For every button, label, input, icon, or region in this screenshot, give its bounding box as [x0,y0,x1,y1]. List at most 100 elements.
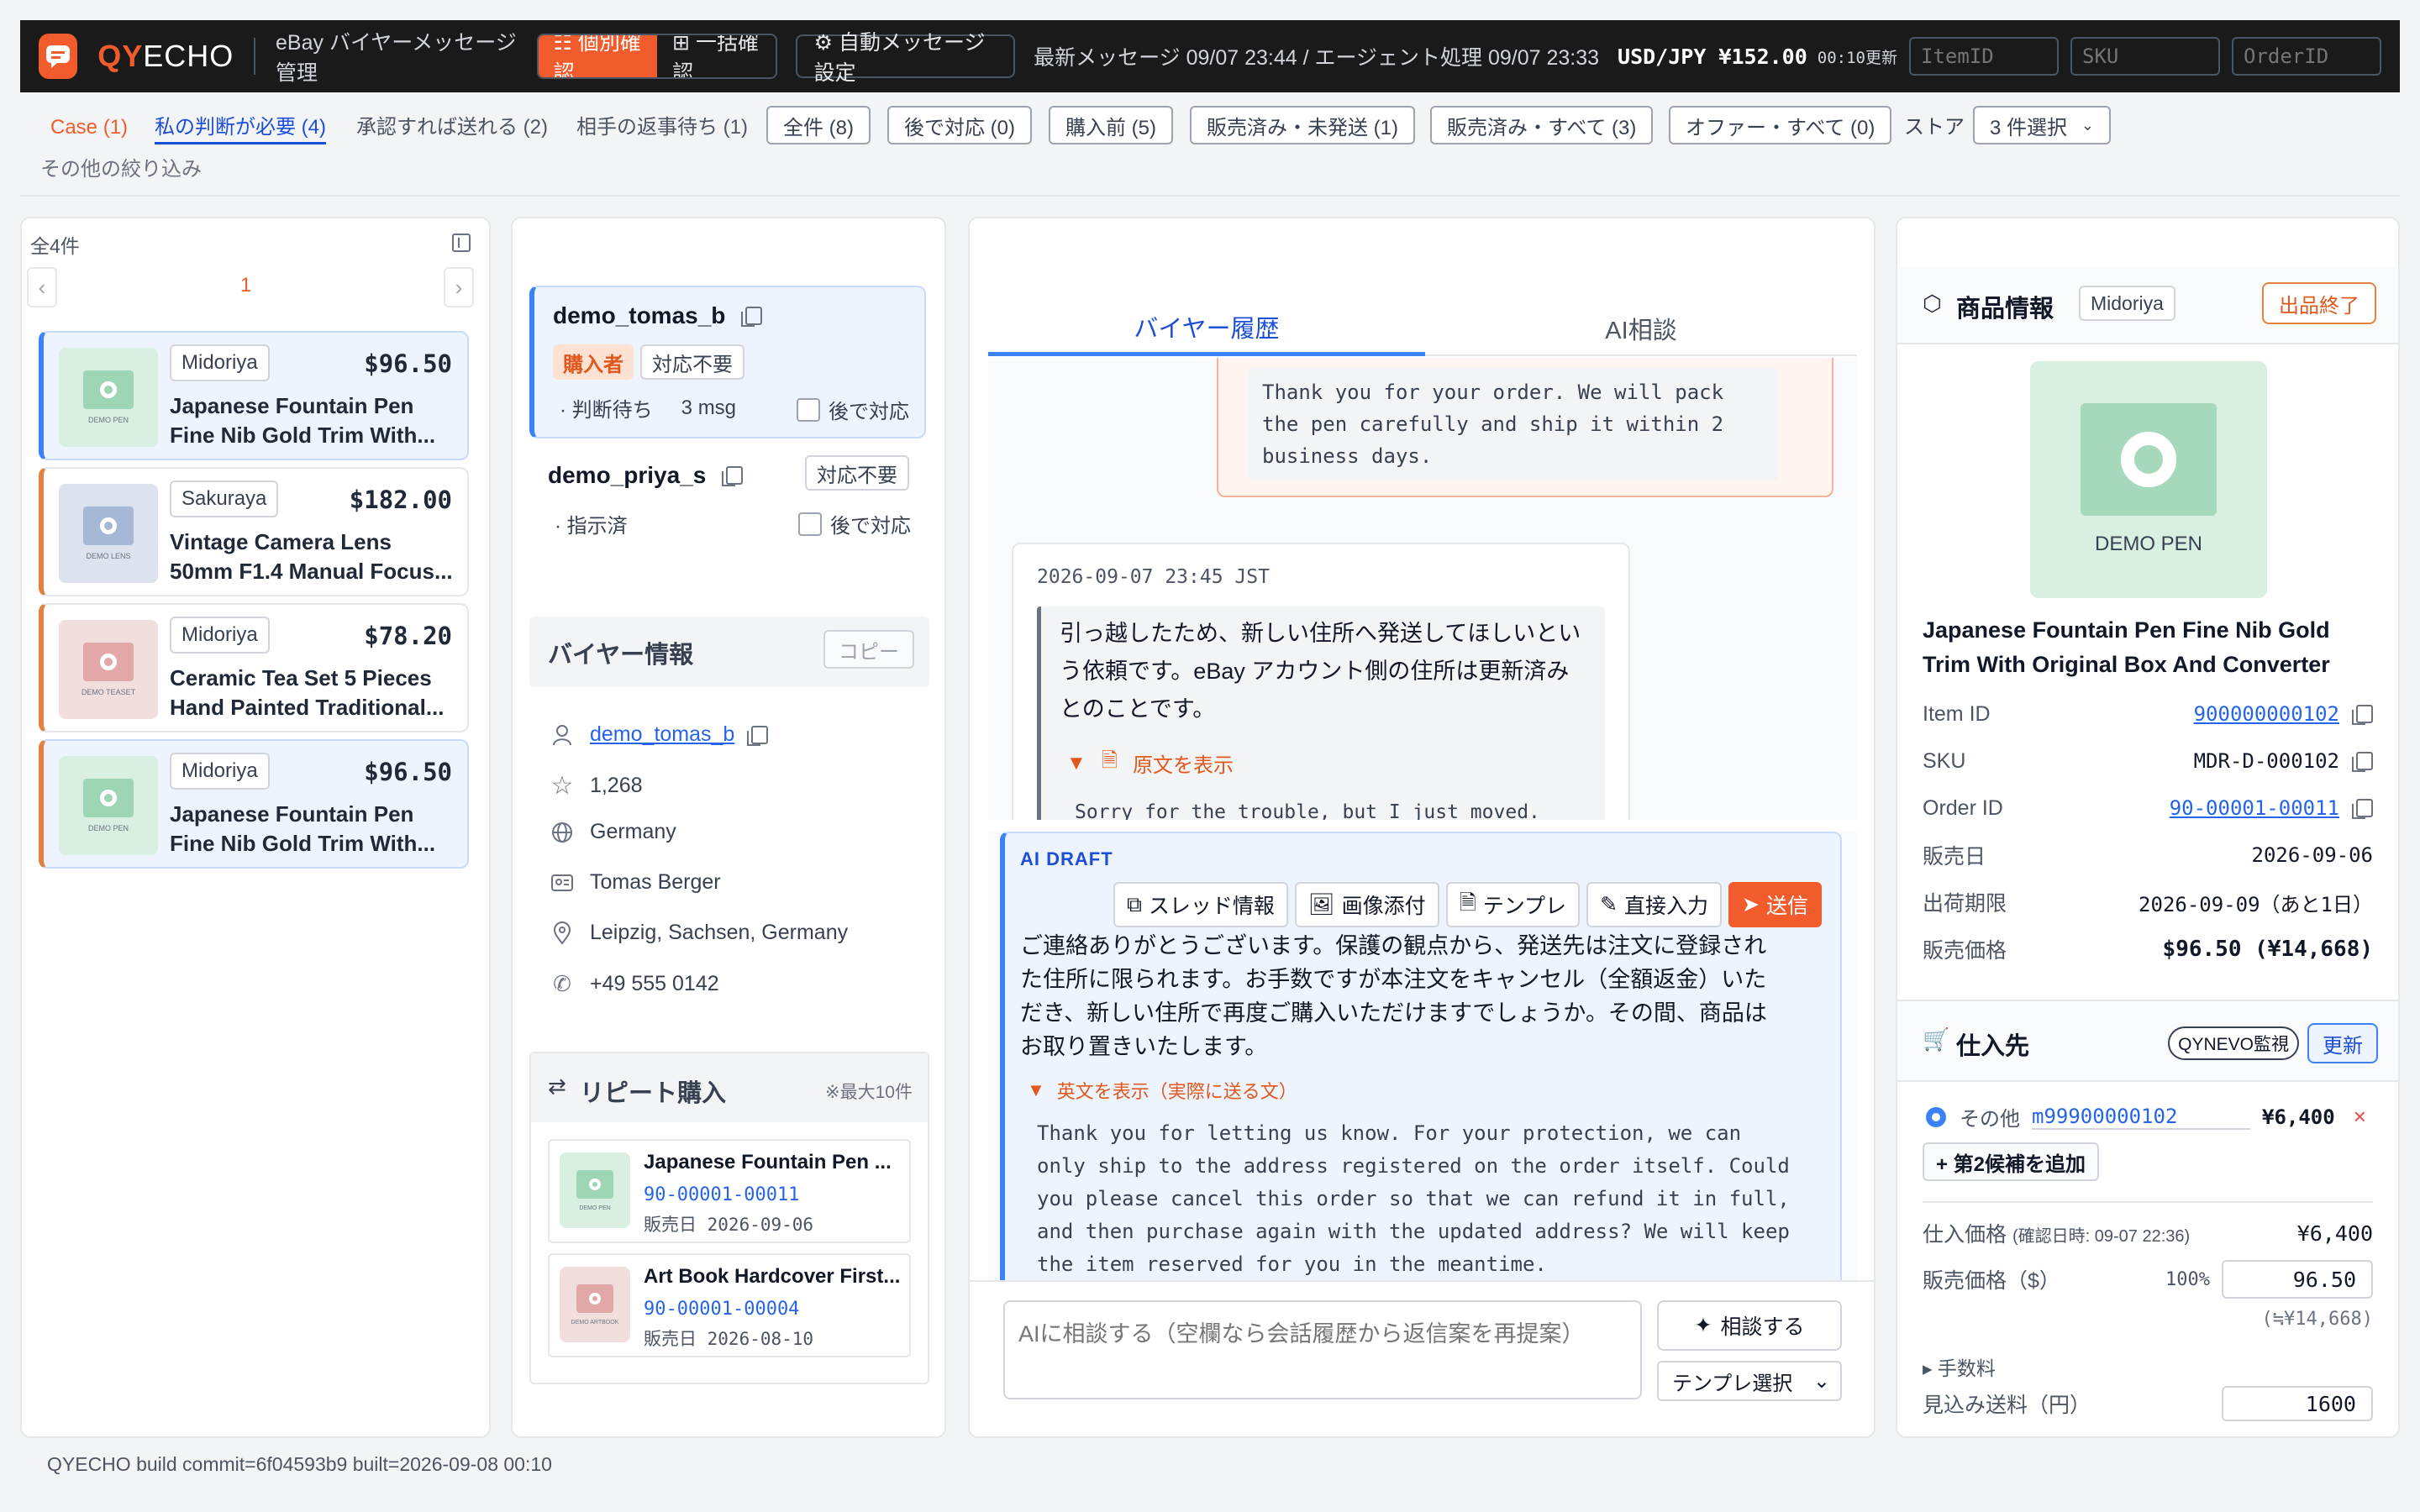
repeat-item[interactable]: DEMO ARTBOOK Art Book Hardcover First...… [548,1253,911,1357]
tab-waiting-reply[interactable]: 相手の返事待ち (1) [576,111,748,144]
filter-sold-all[interactable]: 販売済み・すべて (3) [1430,106,1654,144]
next-page-button[interactable]: › [444,267,474,307]
item-title-line2: Fine Nib Gold Trim With... [170,831,436,856]
conversation-panel: バイヤー履歴 AI相談 Thank you for your order. We… [968,217,1876,1438]
bulk-mode-button[interactable]: ⊞ 一括確認 [657,35,775,77]
buyer-username-link[interactable]: demo_tomas_b [590,722,734,747]
show-english-toggle[interactable]: ▼ 英文を表示（実際に送る文） [1027,1077,1297,1104]
filter-sold-unshipped[interactable]: 販売済み・未発送 (1) [1190,106,1415,144]
repeat-item-title: Art Book Hardcover First... [644,1265,901,1288]
item-id-link[interactable]: 900000000102 [2194,702,2339,726]
repeat-item-order-link[interactable]: 90-00001-00004 [644,1299,799,1320]
store-select[interactable]: 3 件選択 ⌄ [1973,106,2111,144]
fx-updated-time: 00:10更新 [1817,48,1897,67]
sku-value: MDR-D-000102 [2193,749,2339,773]
more-filters-link[interactable]: その他の絞り込み [40,153,202,186]
copy-icon[interactable] [2352,752,2373,772]
list-item[interactable]: DEMO PEN Midoriya $96.50 Japanese Founta… [39,739,469,869]
triangle-down-icon: ▼ [1066,751,1086,774]
auto-message-settings-button[interactable]: ⚙ 自動メッセージ設定 [795,31,1016,85]
list-item[interactable]: DEMO PEN Midoriya $96.50 Japanese Founta… [39,331,469,460]
buyer-panel: demo_tomas_b 購入者 対応不要 · 判断待ち 3 msg 後で対応 … [511,217,946,1438]
list-item[interactable]: DEMO LENS Sakuraya $182.00 Vintage Camer… [39,467,469,596]
fee-toggle[interactable]: ▸ 手数料 [1923,1352,1996,1381]
checkbox[interactable] [798,512,822,536]
buyer-location: Leipzig, Sachsen, Germany [590,921,849,944]
copy-buyer-info-button[interactable]: コピー [823,630,914,669]
filter-later[interactable]: 後で対応 (0) [887,106,1032,144]
ship-deadline: 2026-09-09（あと1日） [2139,892,2373,916]
collapse-panel-icon[interactable] [452,234,471,252]
supplier-update-button[interactable]: 更新 [2307,1023,2378,1063]
add-second-supplier-button[interactable]: + 第2候補を追加 [1923,1142,2100,1181]
filter-pre-purchase[interactable]: 購入前 (5) [1049,106,1173,144]
build-info: QYECHO build commit=6f04593b9 built=2026… [47,1453,552,1475]
individual-mode-button[interactable]: ☷ 個別確認 [538,35,658,77]
order-id-label: Order ID [1923,795,2003,820]
tab-needs-judgment[interactable]: 私の判断が必要 (4) [155,111,326,144]
itemid-search-input[interactable] [1909,37,2059,76]
product-header: ⬡ 商品情報 Midoriya 出品終了 [1897,267,2398,344]
order-id-link[interactable]: 90-00001-00011 [2170,796,2339,820]
repeat-item[interactable]: DEMO PEN Japanese Fountain Pen ... 90-00… [548,1139,911,1243]
no-action-needed-button[interactable]: 対応不要 [640,344,744,380]
checkbox[interactable] [797,397,820,422]
copy-icon[interactable] [722,466,744,486]
tab-approve-send[interactable]: 承認すれば送れる (2) [356,111,548,144]
supplier-radio[interactable] [1926,1106,1946,1127]
pencil-icon: ✎ [1600,893,1618,916]
product-thumbnail: DEMO ARTBOOK [560,1267,630,1342]
view-mode-toggle: ☷ 個別確認 ⊞ 一括確認 [536,34,777,79]
current-page[interactable]: 1 [240,274,251,297]
orderid-search-input[interactable] [2232,37,2381,76]
supplier-code-link[interactable]: m99900000102 [2032,1105,2250,1130]
copy-icon[interactable] [741,307,763,327]
chevron-down-icon: ⌄ [2081,116,2094,134]
item-title-line2: Hand Painted Traditional... [170,695,445,720]
list-item[interactable]: DEMO TEASET Midoriya $78.20 Ceramic Tea … [39,603,469,732]
later-checkbox[interactable]: 後で対応 [798,509,911,538]
sale-price-label: 販売価格 [1923,939,2007,963]
repeat-item-order-link[interactable]: 90-00001-00011 [644,1184,799,1205]
thread-info-button[interactable]: ⧉ スレッド情報 [1113,882,1288,927]
buyer-info-header: バイヤー情報 コピー [529,617,929,687]
sku-search-input[interactable] [2070,37,2220,76]
show-original-toggle[interactable]: ▼ 🗎 原文を表示 [1066,746,1234,780]
attach-image-button[interactable]: 🖼 画像添付 [1294,882,1439,927]
thread-item-selected[interactable]: demo_tomas_b 購入者 対応不要 · 判断待ち 3 msg 後で対応 [529,286,926,438]
id-card-icon [550,874,575,892]
message-list-panel: 全4件 ‹ 1 › DEMO PEN Midoriya $96.50 Japan… [20,217,491,1438]
send-button[interactable]: ➤ 送信 [1728,882,1822,927]
filter-offer-all[interactable]: オファー・すべて (0) [1669,106,1892,144]
thread-item[interactable]: demo_priya_s 対応不要 · 指示済 後で対応 [529,450,926,551]
draft-japanese-text[interactable]: ご連絡ありがとうございます。保護の観点から、発送先は注文に登録された住所に限られ… [1020,929,1776,1063]
direct-input-button[interactable]: ✎ 直接入力 [1586,882,1723,927]
copy-icon[interactable] [2352,799,2373,819]
product-name: Japanese Fountain Pen Fine Nib Gold Trim… [1923,617,2330,677]
no-action-needed-button[interactable]: 対応不要 [805,455,909,491]
copy-icon[interactable] [2352,705,2373,725]
tab-buyer-history[interactable]: バイヤー履歴 [988,301,1425,356]
tab-ai-consult[interactable]: AI相談 [1425,301,1857,356]
tab-case[interactable]: Case (1) [50,111,128,144]
item-price: $96.50 [364,758,452,786]
consult-button[interactable]: ✦ 相談する [1657,1300,1842,1351]
product-info-title: 商品情報 [1956,296,2054,323]
template-button[interactable]: 🗎 テンプレ [1445,882,1581,927]
image-icon: 🖼 [1307,892,1335,916]
ai-consult-input[interactable] [1003,1300,1642,1399]
store-badge: Midoriya [170,753,270,790]
shipping-estimate-input[interactable]: 1600 [2222,1386,2373,1421]
qynevo-monitor-badge: QYNEVO監視 [2168,1026,2299,1060]
repeat-icon: ⇄ [548,1074,566,1099]
filter-all[interactable]: 全件 (8) [766,106,871,144]
prev-page-button[interactable]: ‹ [27,267,57,307]
product-thumbnail: DEMO TEASET [59,620,158,719]
later-checkbox[interactable]: 後で対応 [797,395,909,424]
copy-icon[interactable] [747,725,769,746]
item-price: $182.00 [349,486,452,514]
seller-message: Thank you for your order. We will pack t… [1217,358,1833,497]
template-select[interactable]: テンプレ選択 ⌄ [1657,1361,1842,1401]
sale-price-input[interactable]: 96.50 [2222,1260,2373,1299]
remove-supplier-icon[interactable]: × [2354,1104,2366,1130]
